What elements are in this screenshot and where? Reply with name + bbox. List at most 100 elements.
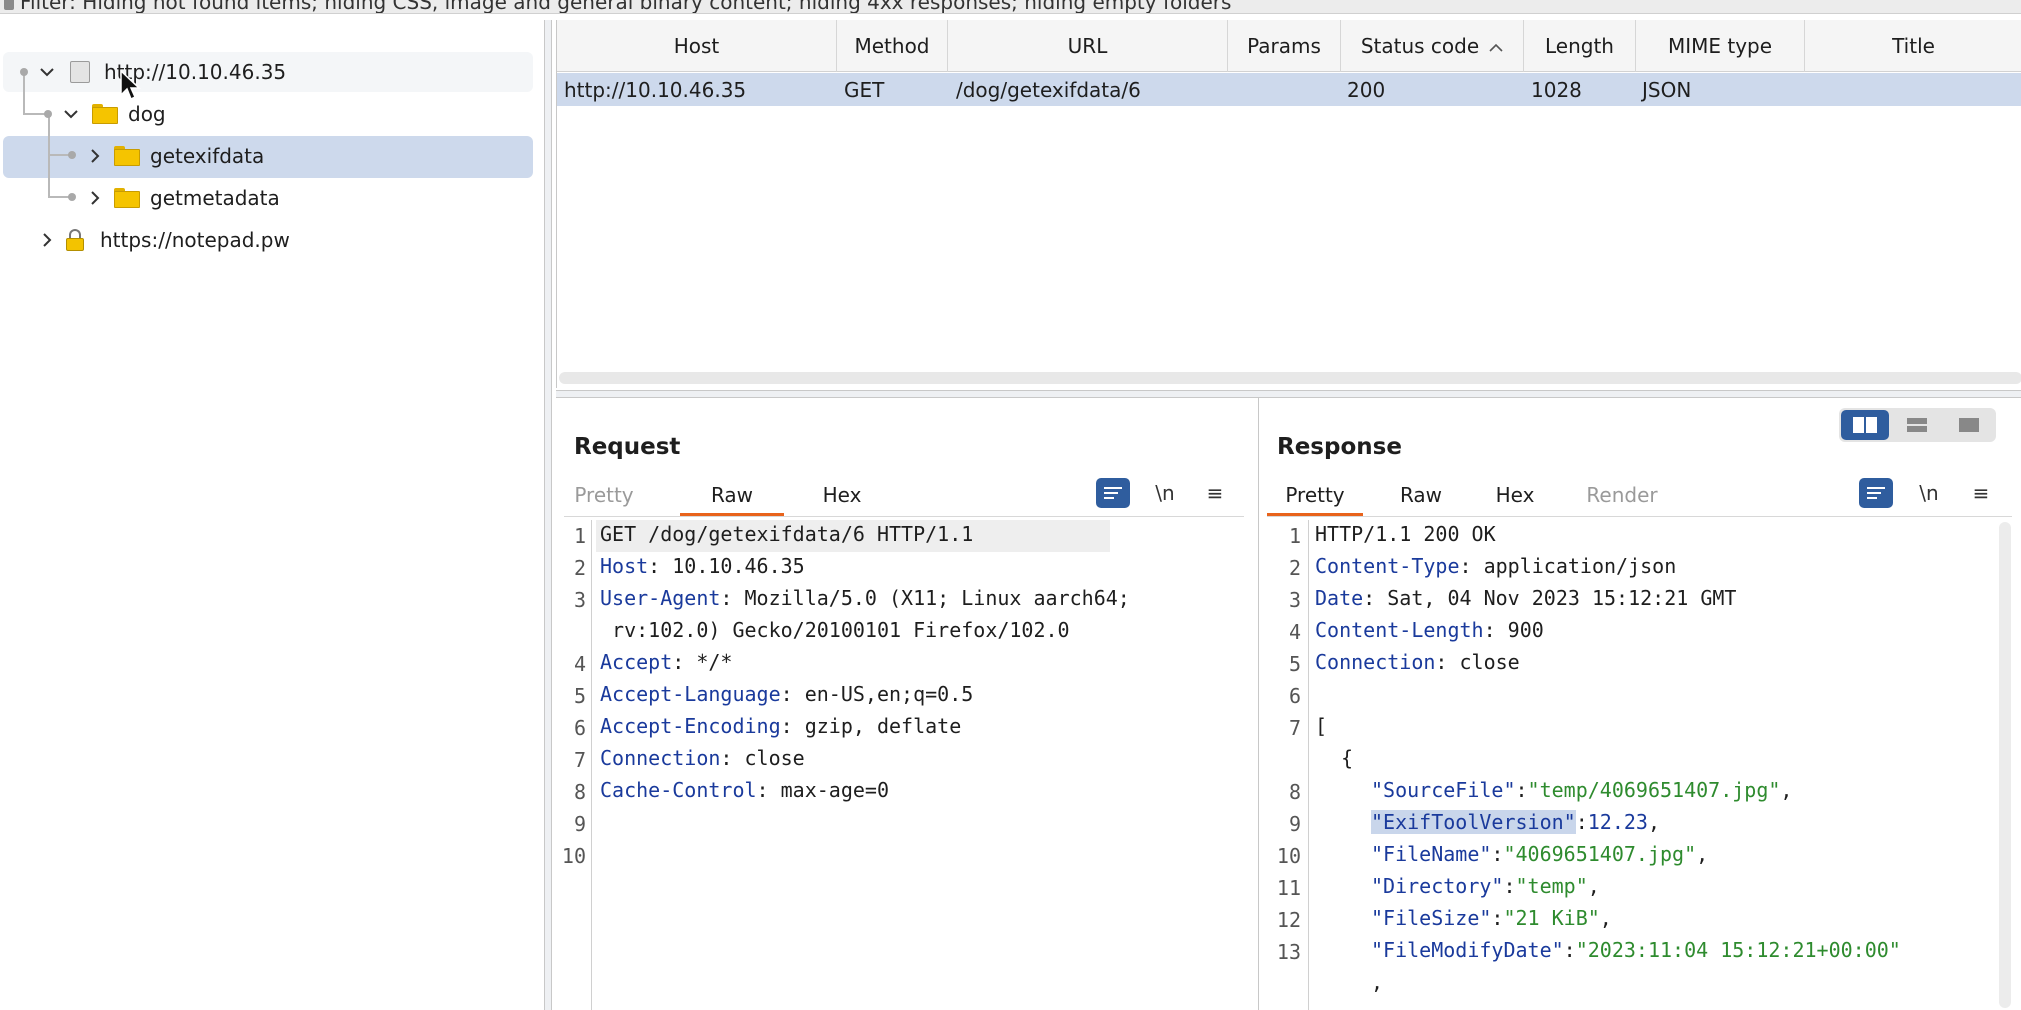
json-value: 12.23: [1587, 810, 1648, 834]
json-value: "temp": [1515, 874, 1588, 898]
code-line: Content-Type: application/json: [1315, 550, 1676, 582]
newline-toggle[interactable]: \n: [1148, 478, 1182, 508]
tree-dot: [20, 68, 28, 76]
tree-node-notepad[interactable]: https://notepad.pw: [36, 220, 290, 260]
filter-text: Filter: Hiding not found items; hiding C…: [20, 0, 1232, 14]
tab-underline: [564, 516, 1244, 517]
table-header: Host Method URL Params Status code Lengt…: [557, 20, 2021, 72]
vertical-splitter[interactable]: [544, 20, 552, 1010]
column-header-length[interactable]: Length: [1524, 20, 1636, 72]
header-name: Cache-Control: [600, 778, 757, 802]
split-view-icon[interactable]: [1841, 410, 1889, 440]
lock-icon: [66, 229, 88, 251]
line-number: 3: [573, 588, 586, 612]
json-key: "ExifToolVersion": [1371, 810, 1576, 834]
code-line: "FileModifyDate":"2023:11:04 15:12:21+00…: [1371, 934, 1901, 966]
column-label: Params: [1247, 34, 1321, 58]
code-line: rv:102.0) Gecko/20100101 Firefox/102.0: [600, 614, 1070, 646]
header-value: rv:102.0) Gecko/20100101 Firefox/102.0: [600, 618, 1070, 642]
json-key: "FileModifyDate": [1371, 938, 1564, 962]
code-line: Accept-Language: en-US,en;q=0.5: [600, 678, 973, 710]
column-label: Method: [854, 34, 930, 58]
tab-render[interactable]: Render: [1567, 474, 1677, 516]
code-line: ,: [1371, 966, 1383, 998]
word-wrap-icon[interactable]: [1859, 478, 1893, 508]
menu-icon[interactable]: ≡: [1198, 478, 1232, 508]
header-name: Connection: [600, 746, 721, 770]
folder-icon: [114, 146, 140, 166]
column-header-method[interactable]: Method: [837, 20, 948, 72]
filter-bar[interactable]: Filter: Hiding not found items; hiding C…: [0, 0, 2021, 14]
code-line: "FileSize":"21 KiB",: [1371, 902, 1612, 934]
cell-length: 1028: [1531, 77, 1582, 102]
tree-dot: [44, 110, 52, 118]
column-label: Title: [1892, 34, 1935, 58]
request-title: Request: [574, 434, 681, 460]
json-value: "4069651407.jpg": [1503, 842, 1697, 866]
chevron-right-icon[interactable]: [36, 229, 58, 251]
chevron-down-icon[interactable]: [36, 61, 58, 83]
tree-dot: [68, 193, 76, 201]
code-line: {: [1341, 742, 1353, 774]
line-number: 1: [573, 524, 586, 548]
header-name: Accept: [600, 650, 673, 674]
header-value: GET /dog/getexifdata/6 HTTP/1.1: [600, 522, 974, 546]
header-value: : close: [1435, 650, 1520, 674]
horizontal-view-icon[interactable]: [1893, 410, 1941, 440]
chevron-right-icon[interactable]: [84, 145, 106, 167]
word-wrap-icon[interactable]: [1096, 478, 1130, 508]
column-header-url[interactable]: URL: [948, 20, 1228, 72]
menu-icon[interactable]: ≡: [1964, 478, 1998, 508]
header-name: Accept-Language: [600, 682, 781, 706]
tree-node-dog[interactable]: dog: [60, 94, 166, 134]
horizontal-splitter[interactable]: [556, 390, 2021, 398]
horizontal-scrollbar[interactable]: [559, 372, 2021, 384]
tab-pretty[interactable]: Pretty: [1267, 474, 1363, 516]
table-row[interactable]: http://10.10.46.35 GET /dog/getexifdata/…: [557, 73, 2021, 106]
column-header-host[interactable]: Host: [557, 20, 837, 72]
response-editor[interactable]: 1 2 3 4 5 6 7 8 9 10 11 12 13 HTTP/1.1 200 OK Content-…: [1261, 520, 2001, 1010]
tree-connector: [48, 196, 70, 198]
tree-connector: [48, 116, 50, 196]
tree-node-getmetadata[interactable]: getmetadata: [84, 178, 280, 218]
request-editor[interactable]: 1 2 3 4 5 6 7 8 9 10 GET /dog/getexifdata/6 HTTP/1…: [558, 520, 1258, 1010]
tree-node-host[interactable]: http://10.10.46.35: [36, 52, 286, 92]
column-header-title[interactable]: Title: [1805, 20, 2021, 72]
code-line: "Directory":"temp",: [1371, 870, 1600, 902]
column-header-status-code[interactable]: Status code: [1341, 20, 1524, 72]
column-header-params[interactable]: Params: [1228, 20, 1341, 72]
json-separator: :: [1491, 842, 1504, 866]
single-view-icon[interactable]: [1945, 410, 1993, 440]
mouse-pointer-icon: [120, 70, 141, 101]
tab-hex[interactable]: Hex: [802, 474, 882, 516]
tree-node-label: getexifdata: [150, 144, 265, 168]
code-line: HTTP/1.1 200 OK: [1315, 518, 1496, 550]
tab-raw[interactable]: Raw: [1381, 474, 1461, 516]
chevron-down-icon[interactable]: [60, 103, 82, 125]
request-pane: Request Pretty Raw Hex \n ≡ 1 2 3 4 5 6 7 8 9 10 G…: [556, 398, 1256, 1010]
json-separator: :: [1515, 778, 1528, 802]
tab-pretty[interactable]: Pretty: [564, 474, 644, 516]
header-value: : max-age=0: [756, 778, 889, 802]
tab-hex[interactable]: Hex: [1475, 474, 1555, 516]
chevron-right-icon[interactable]: [84, 187, 106, 209]
line-number: 4: [1288, 620, 1301, 644]
header-value: : Mozilla/5.0 (X11; Linux aarch64;: [720, 586, 1130, 610]
status-line: HTTP/1.1 200 OK: [1315, 522, 1496, 546]
json-key: "Directory": [1371, 874, 1504, 898]
column-label: Host: [673, 34, 720, 58]
code-line: Cache-Control: max-age=0: [600, 774, 889, 806]
tab-raw[interactable]: Raw: [680, 474, 784, 516]
line-number: 8: [573, 780, 586, 804]
cell-mime: JSON: [1642, 77, 1692, 102]
tree-node-getexifdata[interactable]: getexifdata: [84, 136, 264, 176]
tree-node-label: https://notepad.pw: [100, 228, 290, 252]
column-header-mime-type[interactable]: MIME type: [1636, 20, 1805, 72]
json-brace: {: [1341, 746, 1354, 770]
header-value: : */*: [672, 650, 733, 674]
newline-toggle[interactable]: \n: [1912, 478, 1946, 508]
cell-url: /dog/getexifdata/6: [956, 77, 1141, 102]
vertical-scrollbar[interactable]: [1999, 522, 2011, 1008]
line-number: 1: [1288, 524, 1301, 548]
tab-underline: [1267, 516, 2012, 517]
